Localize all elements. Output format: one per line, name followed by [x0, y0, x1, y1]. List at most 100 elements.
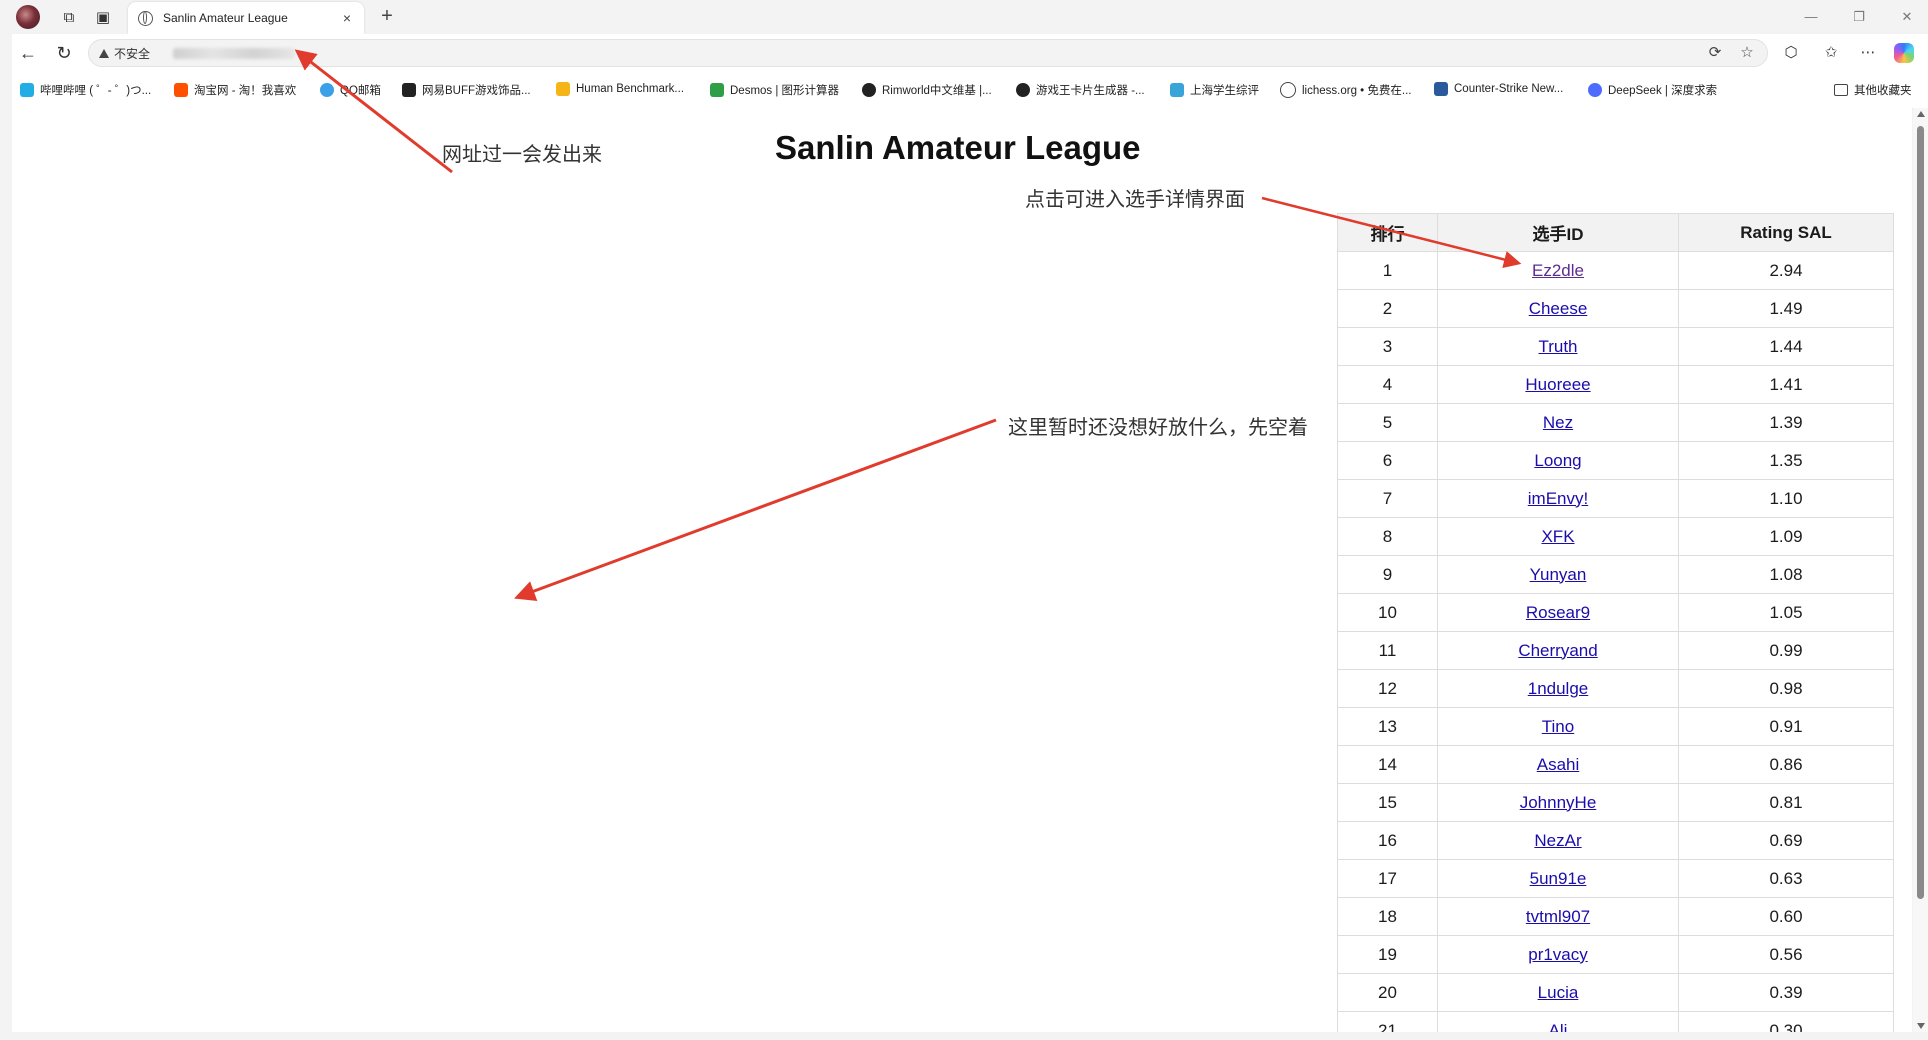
qqmail-icon [320, 83, 334, 97]
ranking-table: 排行 选手ID Rating SAL 1 Ez2dle 2.94 2 Cheese 1.4… [1337, 213, 1894, 1032]
bookmark-human-benchmark[interactable]: Human Benchmark... [556, 82, 684, 96]
rating-cell: 1.49 [1678, 289, 1894, 328]
bookmark-label: Rimworld中文维基 |... [882, 85, 992, 97]
rating-cell: 1.08 [1678, 555, 1894, 594]
player-link[interactable]: Rosear9 [1526, 603, 1590, 622]
player-link[interactable]: JohnnyHe [1520, 793, 1597, 812]
more-menu-icon[interactable]: ⋯ [1857, 42, 1879, 64]
buff-icon [402, 83, 416, 97]
favorites-icon[interactable]: ✩ [1820, 42, 1842, 64]
rank-cell: 19 [1337, 935, 1438, 974]
player-link[interactable]: 1ndulge [1528, 679, 1589, 698]
title-bar: ⧉ ▣ Sanlin Amateur League × + — ❐ ✕ [0, 0, 1928, 34]
player-link[interactable]: 5un91e [1530, 869, 1587, 888]
rank-cell: 15 [1337, 783, 1438, 822]
window-left-edge [0, 34, 12, 1040]
restore-button[interactable]: ❐ [1848, 6, 1870, 28]
bookmark-label: 游戏王卡片生成器 -... [1036, 85, 1145, 97]
taobao-icon [174, 83, 188, 97]
warning-icon [99, 49, 109, 58]
rimworld-icon [862, 83, 876, 97]
bookmark-shanghai-student[interactable]: 上海学生综评 [1170, 82, 1259, 98]
player-link[interactable]: Lucia [1538, 983, 1579, 1002]
scroll-down-arrow-icon[interactable] [1917, 1023, 1925, 1029]
bookmark-qqmail[interactable]: QQ邮箱 [320, 82, 381, 98]
page-title: Sanlin Amateur League [775, 129, 1141, 166]
bilibili-icon [20, 83, 34, 97]
bookmark-bilibili[interactable]: 哔哩哔哩 ( ゜- ゜)つ... [20, 82, 151, 98]
counter-strike-icon [1434, 82, 1448, 96]
tab-close-icon[interactable]: × [338, 10, 356, 26]
rating-cell: 1.05 [1678, 593, 1894, 632]
rating-cell: 0.91 [1678, 707, 1894, 746]
rank-cell: 7 [1337, 479, 1438, 518]
tab-actions-icon[interactable]: ▣ [92, 6, 114, 28]
new-tab-button[interactable]: + [376, 6, 398, 28]
table-row: 6 Loong 1.35 [1337, 441, 1894, 480]
other-bookmarks-folder[interactable]: 其他收藏夹 [1834, 82, 1912, 98]
rank-cell: 13 [1337, 707, 1438, 746]
player-link[interactable]: NezAr [1534, 831, 1581, 850]
header-rank: 排行 [1337, 213, 1438, 252]
player-link[interactable]: Ali [1549, 1021, 1568, 1033]
bookmark-label: 哔哩哔哩 ( ゜- ゜)つ... [40, 85, 152, 97]
annotation-click-note: 点击可进入选手详情界面 [1025, 189, 1245, 211]
table-row: 8 XFK 1.09 [1337, 517, 1894, 556]
annotation-empty-note: 这里暂时还没想好放什么，先空着 [1008, 417, 1308, 439]
workspaces-icon[interactable]: ⧉ [58, 6, 80, 28]
favorite-star-icon[interactable]: ☆ [1737, 43, 1757, 63]
table-row: 10 Rosear9 1.05 [1337, 593, 1894, 632]
bookmark-counter-strike[interactable]: Counter-Strike New... [1434, 82, 1563, 96]
browser-tab[interactable]: Sanlin Amateur League × [128, 2, 364, 34]
rank-cell: 5 [1337, 403, 1438, 442]
ranking-table-body: 1 Ez2dle 2.94 2 Cheese 1.49 3 Truth 1.44 4 Huoreee… [1337, 251, 1894, 1033]
table-header-row: 排行 选手ID Rating SAL [1337, 213, 1894, 252]
player-link[interactable]: Cheese [1529, 299, 1588, 318]
security-indicator[interactable]: 不安全 [99, 45, 150, 62]
address-bar[interactable]: 不安全 ⟳ ☆ [88, 39, 1768, 67]
bookmark-deepseek[interactable]: DeepSeek | 深度求索 [1588, 82, 1717, 98]
player-link[interactable]: Tino [1542, 717, 1574, 736]
player-link[interactable]: XFK [1541, 527, 1574, 546]
player-cell: Yunyan [1437, 555, 1679, 594]
translate-icon[interactable]: ⟳ [1705, 43, 1725, 63]
bookmark-yugioh[interactable]: 游戏王卡片生成器 -... [1016, 82, 1145, 98]
scroll-up-arrow-icon[interactable] [1917, 111, 1925, 117]
player-cell: imEnvy! [1437, 479, 1679, 518]
rating-cell: 1.35 [1678, 441, 1894, 480]
player-link[interactable]: tvtml907 [1526, 907, 1590, 926]
player-link[interactable]: Nez [1543, 413, 1573, 432]
page-scrollbar[interactable] [1913, 108, 1928, 1032]
rating-cell: 0.39 [1678, 973, 1894, 1012]
rating-cell: 0.63 [1678, 859, 1894, 898]
rank-cell: 11 [1337, 631, 1438, 670]
bookmark-buff[interactable]: 网易BUFF游戏饰品... [402, 82, 531, 98]
player-link[interactable]: imEnvy! [1528, 489, 1588, 508]
bookmark-lichess[interactable]: lichess.org • 免费在... [1280, 82, 1411, 98]
player-link[interactable]: pr1vacy [1528, 945, 1588, 964]
player-link[interactable]: Loong [1534, 451, 1581, 470]
scrollbar-thumb[interactable] [1917, 126, 1924, 899]
player-cell: Loong [1437, 441, 1679, 480]
player-link[interactable]: Huoreee [1525, 375, 1590, 394]
copilot-icon[interactable] [1894, 43, 1914, 63]
player-link[interactable]: Ez2dle [1532, 261, 1584, 280]
rank-cell: 4 [1337, 365, 1438, 404]
player-link[interactable]: Yunyan [1530, 565, 1587, 584]
rating-cell: 0.86 [1678, 745, 1894, 784]
minimize-button[interactable]: — [1800, 6, 1822, 28]
player-link[interactable]: Asahi [1537, 755, 1580, 774]
bookmark-taobao[interactable]: 淘宝网 - 淘！我喜欢 [174, 82, 296, 98]
player-link[interactable]: Cherryand [1518, 641, 1597, 660]
back-arrow-icon[interactable]: ← [16, 41, 40, 65]
bookmark-desmos[interactable]: Desmos | 图形计算器 [710, 82, 839, 98]
extensions-icon[interactable]: ⬡ [1780, 42, 1802, 64]
reload-icon[interactable]: ↻ [52, 41, 76, 65]
student-icon [1170, 83, 1184, 97]
player-link[interactable]: Truth [1538, 337, 1577, 356]
table-row: 15 JohnnyHe 0.81 [1337, 783, 1894, 822]
profile-avatar[interactable] [16, 5, 40, 29]
close-window-button[interactable]: ✕ [1896, 6, 1918, 28]
bookmark-rimworld[interactable]: Rimworld中文维基 |... [862, 82, 992, 98]
bookmark-label: 上海学生综评 [1190, 85, 1259, 97]
